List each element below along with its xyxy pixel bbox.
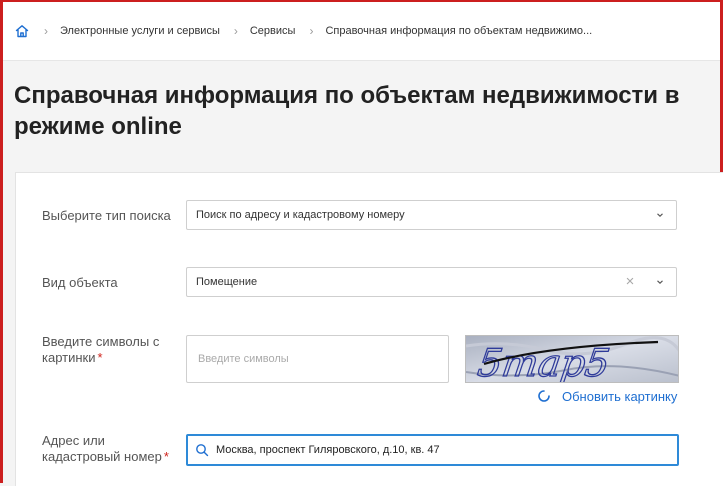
breadcrumb: › Электронные услуги и сервисы › Сервисы… bbox=[3, 2, 720, 61]
object-type-label: Вид объекта bbox=[42, 275, 118, 290]
search-icon bbox=[196, 444, 209, 457]
breadcrumb-separator-icon: › bbox=[233, 24, 238, 38]
refresh-icon bbox=[538, 390, 550, 402]
required-mark: * bbox=[97, 350, 103, 365]
refresh-captcha-button[interactable]: Обновить картинку bbox=[536, 388, 677, 404]
captcha-text: 5map5 bbox=[475, 342, 612, 383]
breadcrumb-item-services-portal[interactable]: Электронные услуги и сервисы bbox=[60, 25, 220, 37]
object-type-value: Помещение bbox=[196, 276, 258, 288]
chevron-down-icon bbox=[657, 213, 663, 217]
breadcrumb-separator-icon: › bbox=[309, 24, 314, 38]
search-type-label: Выберите тип поиска bbox=[42, 208, 171, 223]
home-icon[interactable] bbox=[14, 23, 30, 39]
breadcrumb-item-current: Справочная информация по объектам недвиж… bbox=[325, 25, 593, 37]
captcha-label: Введите символы с картинки * bbox=[42, 334, 160, 365]
search-type-value: Поиск по адресу и кадастровому номеру bbox=[196, 209, 405, 221]
address-label: Адрес или кадастровый номер * bbox=[42, 433, 169, 464]
required-mark: * bbox=[163, 449, 169, 464]
address-field[interactable] bbox=[186, 434, 679, 466]
clear-icon[interactable]: × bbox=[624, 274, 636, 289]
captcha-image: 5map5 bbox=[465, 335, 679, 383]
chevron-down-icon bbox=[657, 280, 663, 284]
page-title: Справочная информация по объектам недвиж… bbox=[14, 82, 680, 140]
breadcrumb-item-services[interactable]: Сервисы bbox=[250, 25, 296, 37]
captcha-input[interactable] bbox=[186, 335, 449, 383]
page: › Электронные услуги и сервисы › Сервисы… bbox=[3, 2, 723, 486]
search-type-select[interactable]: Поиск по адресу и кадастровому номеру bbox=[186, 200, 677, 230]
refresh-captcha-label: Обновить картинку bbox=[562, 388, 678, 404]
address-input[interactable] bbox=[216, 444, 656, 456]
search-form-card: Выберите тип поиска Поиск по адресу и ка… bbox=[15, 172, 723, 486]
breadcrumb-separator-icon: › bbox=[44, 24, 48, 38]
object-type-select[interactable]: Помещение × bbox=[186, 267, 677, 297]
